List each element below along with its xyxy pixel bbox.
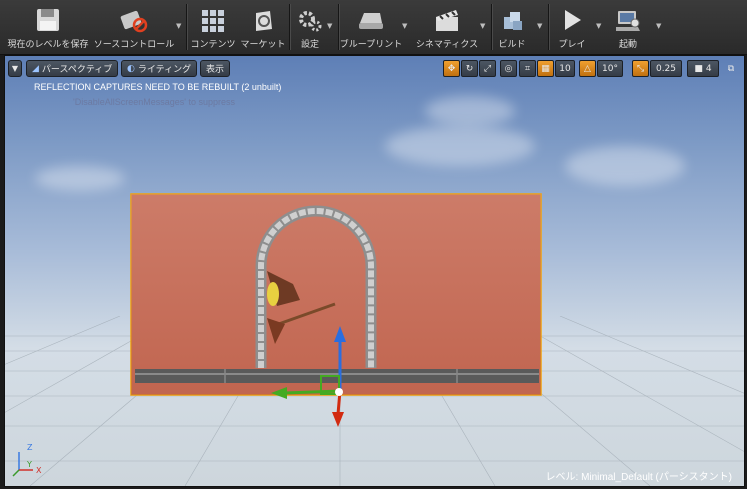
launch-button[interactable]: 起動 <box>608 2 648 52</box>
scene-sprite-plane[interactable] <box>5 56 744 486</box>
rotation-snap-label: 10° <box>602 63 618 74</box>
save-icon <box>32 5 64 35</box>
scale-snap-label: 0.25 <box>655 63 677 74</box>
axis-y-label: Y <box>26 460 32 469</box>
toolbar-separator <box>491 4 493 50</box>
axis-indicator: Z Y X <box>12 443 42 477</box>
level-indicator: レベル: Minimal_Default (パーシスタント) <box>546 468 733 483</box>
settings-label: 設定 <box>300 40 319 50</box>
source-control-button[interactable]: ソースコントロール <box>94 2 174 52</box>
level-label: レベル: <box>545 472 579 483</box>
save-level-label: 現在のレベルを保存 <box>7 40 89 50</box>
cinematics-dropdown-icon[interactable]: ▼ <box>480 22 485 30</box>
settings-dropdown-icon[interactable]: ▼ <box>327 22 332 30</box>
source-control-label: ソースコントロール <box>93 40 175 50</box>
main-toolbar: 現在のレベルを保存 ソースコントロール ▼ コンテンツ マーケット 設定 ▼ ブ… <box>0 0 747 55</box>
surface-snap-icon: ⌗ <box>524 63 531 74</box>
axis-x-label: X <box>36 466 42 475</box>
suppress-hint-text: 'DisableAllScreenMessages' to suppress <box>73 97 236 107</box>
launch-dropdown-icon[interactable]: ▼ <box>656 22 661 30</box>
scale-snap-icon: ⤡ <box>636 63 645 74</box>
clapperboard-icon <box>431 5 463 35</box>
build-button[interactable]: ビルド <box>494 2 530 52</box>
reflection-warning-text: REFLECTION CAPTURES NEED TO BE REBUILT (… <box>34 82 282 92</box>
settings-button[interactable]: 設定 <box>293 2 327 52</box>
maximize-viewport-button[interactable]: ⧉ <box>723 60 739 77</box>
perspective-label: パースペクティブ <box>41 65 113 75</box>
content-browser-icon <box>197 5 229 35</box>
lighting-button[interactable]: ◐ ライティング <box>121 60 198 77</box>
build-label: ビルド <box>498 40 526 50</box>
toolbar-separator <box>186 4 188 50</box>
build-cubes-icon <box>496 5 528 35</box>
coordinate-space-button[interactable]: ◎ <box>500 60 517 77</box>
play-dropdown-icon[interactable]: ▼ <box>596 22 601 30</box>
rotation-snap-toggle[interactable]: △ <box>579 60 596 77</box>
translate-mode-button[interactable]: ✥ <box>443 60 460 77</box>
marketplace-button[interactable]: マーケット <box>240 2 286 52</box>
build-dropdown-icon[interactable]: ▼ <box>537 22 542 30</box>
surface-snap-button[interactable]: ⌗ <box>519 60 536 77</box>
angle-icon: △ <box>584 63 591 74</box>
level-name: Minimal_Default (パーシスタント) <box>581 472 732 483</box>
scale-mode-button[interactable]: ⤢ <box>479 60 496 77</box>
marketplace-icon <box>247 5 279 35</box>
play-label: プレイ <box>558 40 586 50</box>
blueprint-icon <box>355 5 387 35</box>
level-viewport[interactable]: ▼ ◢ パースペクティブ ◐ ライティング 表示 ✥ ↻ ⤢ ◎ ⌗ ▦ 10 … <box>4 55 745 487</box>
axis-z-label: Z <box>27 443 33 452</box>
globe-icon: ◎ <box>504 63 513 74</box>
maximize-icon: ⧉ <box>727 63 735 74</box>
cinematics-button[interactable]: シネマティクス <box>414 2 480 52</box>
scale-snap-value[interactable]: 0.25 <box>650 60 682 77</box>
rotate-icon: ↻ <box>465 63 474 74</box>
toolbar-separator <box>548 4 550 50</box>
marketplace-label: マーケット <box>240 40 286 50</box>
content-label: コンテンツ <box>190 40 236 50</box>
chevron-down-icon: ▼ <box>11 64 19 73</box>
launch-label: 起動 <box>618 40 637 50</box>
lighting-sphere-icon: ◐ <box>127 63 135 74</box>
blueprints-label: ブループリント <box>339 40 403 50</box>
play-icon <box>556 5 588 35</box>
camera-speed-label: 4 <box>705 63 712 74</box>
play-button[interactable]: プレイ <box>552 2 592 52</box>
content-button[interactable]: コンテンツ <box>190 2 236 52</box>
rotation-snap-value[interactable]: 10° <box>597 60 623 77</box>
show-label: 表示 <box>206 65 225 75</box>
source-control-icon <box>118 5 150 35</box>
source-control-dropdown-icon[interactable]: ▼ <box>176 22 181 30</box>
perspective-button[interactable]: ◢ パースペクティブ <box>26 60 119 77</box>
grid-icon: ▦ <box>541 63 550 74</box>
show-button[interactable]: 表示 <box>200 60 231 77</box>
rotate-mode-button[interactable]: ↻ <box>461 60 478 77</box>
gear-icon <box>294 5 326 35</box>
blueprints-dropdown-icon[interactable]: ▼ <box>402 22 407 30</box>
cinematics-label: シネマティクス <box>415 40 479 50</box>
grid-snap-value[interactable]: 10 <box>555 60 575 77</box>
camera-icon: ■ <box>694 63 703 74</box>
camera-speed-button[interactable]: ■ 4 <box>687 60 719 77</box>
save-level-button[interactable]: 現在のレベルを保存 <box>6 2 90 52</box>
lighting-label: ライティング <box>137 65 192 75</box>
grid-snap-label: 10 <box>559 63 571 74</box>
grid-snap-toggle[interactable]: ▦ <box>537 60 554 77</box>
viewport-options-button[interactable]: ▼ <box>8 60 22 77</box>
perspective-icon: ◢ <box>32 63 39 74</box>
scale-icon: ⤢ <box>483 63 492 74</box>
toolbar-separator <box>289 4 291 50</box>
launch-monitor-icon <box>612 5 644 35</box>
scale-snap-toggle[interactable]: ⤡ <box>632 60 649 77</box>
move-icon: ✥ <box>447 63 456 74</box>
blueprints-button[interactable]: ブループリント <box>339 2 403 52</box>
